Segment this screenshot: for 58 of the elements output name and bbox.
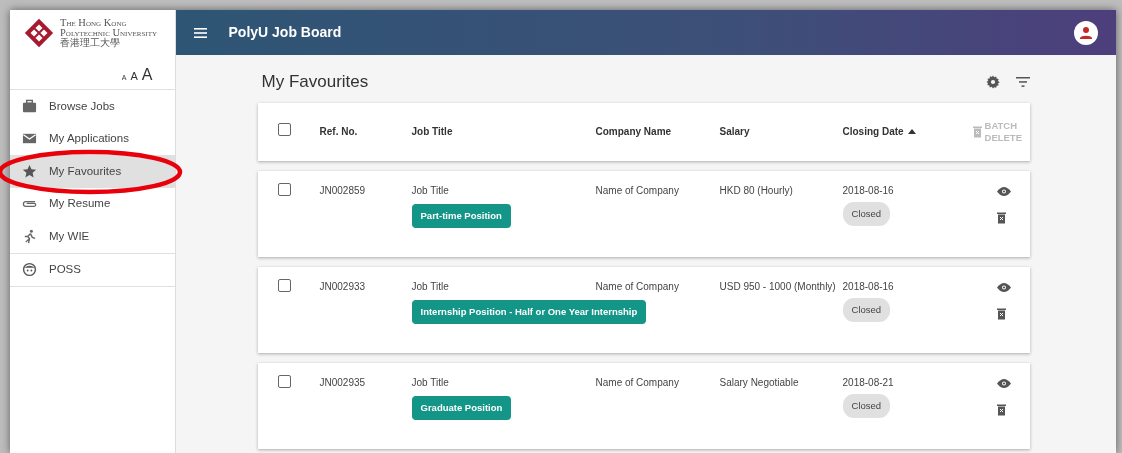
delete-icon	[972, 125, 982, 138]
app-title: PolyU Job Board	[228, 23, 342, 42]
company-name: Name of Company	[595, 280, 679, 292]
briefcase-icon	[22, 98, 37, 114]
company-name: Name of Company	[595, 184, 679, 196]
font-size-button[interactable]: A	[141, 63, 153, 87]
closing-date: 2018-08-21	[842, 375, 895, 390]
avatar-icon[interactable]	[1074, 20, 1098, 45]
page-title: My Favourites	[261, 71, 369, 93]
sidebar-item[interactable]: Browse Jobs	[10, 90, 175, 123]
runner-icon	[22, 228, 37, 244]
salary: USD 950 - 1000 (Monthly)	[719, 280, 836, 292]
face-icon	[22, 262, 37, 278]
view-icon[interactable]	[996, 378, 1011, 388]
view-icon[interactable]	[996, 186, 1011, 196]
delete-icon[interactable]	[996, 307, 1006, 320]
column-header[interactable]: Ref. No.	[319, 124, 358, 139]
status-chip: Closed	[842, 393, 891, 418]
logo-chinese-text: 香港理工大學	[60, 37, 121, 48]
font-size-button[interactable]: A	[130, 68, 138, 85]
select-all-checkbox[interactable]	[277, 123, 291, 136]
ref-number: JN002935	[319, 376, 366, 388]
column-header[interactable]: Company Name	[595, 124, 672, 139]
ref-number: JN002859	[319, 184, 366, 196]
job-title: Job Title	[411, 183, 450, 198]
status-chip: Closed	[842, 201, 891, 226]
sidebar-item[interactable]: POSS	[10, 253, 175, 286]
salary: Salary Negotiable	[719, 376, 799, 388]
column-header[interactable]: Closing Date	[842, 124, 916, 139]
status-chip: Closed	[842, 297, 891, 322]
salary: HKD 80 (Hourly)	[719, 184, 793, 196]
position-tag: Internship Position - Half or One Year Internship	[411, 299, 647, 324]
sidebar-item[interactable]: My WIE	[10, 220, 175, 253]
settings-icon[interactable]	[986, 74, 1000, 89]
position-tag: Graduate Position	[411, 395, 512, 420]
company-name: Name of Company	[595, 376, 679, 388]
job-title: Job Title	[411, 375, 450, 390]
delete-icon[interactable]	[996, 211, 1006, 224]
row-checkbox[interactable]	[277, 182, 291, 196]
closing-date: 2018-08-16	[842, 279, 895, 294]
star-icon	[22, 163, 37, 179]
column-header[interactable]: Job Title	[411, 124, 453, 139]
job-title: Job Title	[411, 279, 450, 294]
ref-number: JN002933	[319, 280, 366, 292]
delete-icon[interactable]	[996, 403, 1006, 416]
column-header[interactable]: Salary	[719, 124, 750, 139]
logo-text: Polytechnic University	[60, 27, 157, 38]
sort-ascending-icon[interactable]	[907, 129, 916, 134]
logo-text: The Hong Kong	[60, 17, 128, 28]
position-tag: Part-time Position	[411, 203, 511, 228]
sidebar-item[interactable]: My Applications	[10, 122, 175, 155]
sidebar-item[interactable]: My Resume	[10, 187, 175, 220]
menu-icon[interactable]	[193, 27, 207, 38]
row-checkbox[interactable]	[277, 374, 291, 388]
closing-date: 2018-08-16	[842, 183, 895, 198]
view-icon[interactable]	[996, 282, 1011, 292]
filter-icon[interactable]	[1016, 76, 1030, 87]
row-checkbox[interactable]	[277, 278, 291, 292]
